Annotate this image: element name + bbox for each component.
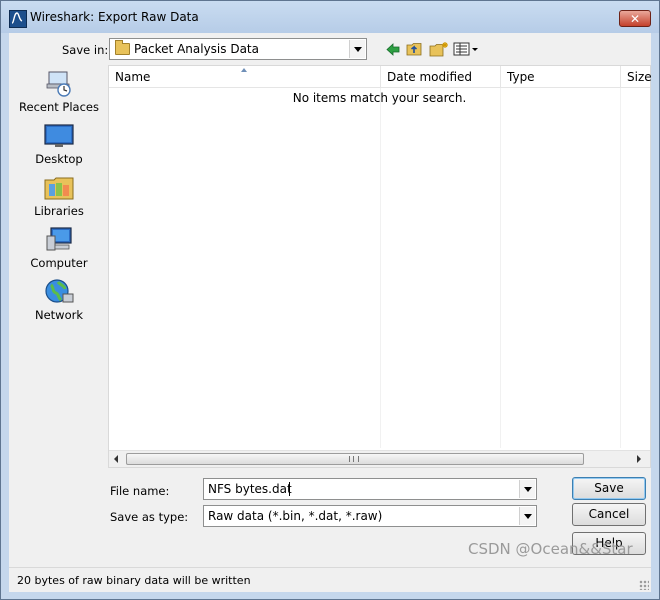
desktop-icon [44,124,74,147]
chevron-down-icon[interactable] [519,507,535,525]
chevron-down-icon[interactable] [349,40,365,58]
scroll-grip-icon [349,456,359,462]
column-header-label: Name [115,70,151,84]
save-in-label: Save in: [62,43,109,57]
place-recent-places[interactable]: Recent Places [13,70,105,118]
dialog-body: Save in: Packet Analysis Data Recent Pla… [9,33,652,592]
back-icon[interactable] [385,41,401,58]
place-label: Computer [30,256,88,270]
status-bar: 20 bytes of raw binary data will be writ… [9,567,651,592]
save-as-type-value: Raw data (*.bin, *.dat, *.raw) [208,509,383,523]
place-network[interactable]: Network [13,278,105,326]
computer-icon [46,227,72,251]
place-label: Recent Places [19,100,99,114]
column-header-name[interactable]: Name [109,66,381,88]
column-header-type[interactable]: Type [501,66,621,88]
wireshark-icon [9,10,27,28]
file-name-label: File name: [110,484,170,498]
text-cursor [289,482,290,496]
close-button[interactable]: ✕ [619,10,651,27]
sort-ascending-icon [241,68,247,72]
save-as-type-dropdown[interactable]: Raw data (*.bin, *.dat, *.raw) [203,505,537,527]
place-label: Libraries [34,204,84,218]
chevron-down-icon[interactable] [519,480,535,498]
place-label: Network [34,308,84,322]
column-header-label: Size [627,70,652,84]
places-bar: Recent Places Desktop Libraries Computer… [13,66,105,466]
watermark-text: CSDN @Ocean&&Star [468,540,633,558]
window-title: Wireshark: Export Raw Data [30,10,199,24]
title-bar[interactable]: Wireshark: Export Raw Data ✕ [1,1,659,33]
column-divider [620,88,621,448]
resize-grip-icon[interactable] [639,580,649,590]
column-header-date-modified[interactable]: Date modified [381,66,501,88]
file-name-field[interactable]: NFS bytes.dat [203,478,537,500]
empty-message: No items match your search. [292,91,467,105]
save-in-value: Packet Analysis Data [134,42,259,56]
scroll-right-icon[interactable] [637,455,641,463]
column-divider [380,88,381,448]
column-header-label: Date modified [387,70,473,84]
scrollbar-thumb[interactable] [126,453,584,465]
up-one-level-icon[interactable] [406,41,424,58]
column-divider [500,88,501,448]
horizontal-scrollbar[interactable] [109,450,650,467]
save-in-dropdown[interactable]: Packet Analysis Data [109,38,367,60]
file-name-value: NFS bytes.dat [208,482,292,496]
network-icon [45,279,74,303]
place-computer[interactable]: Computer [13,226,105,274]
view-menu-icon[interactable] [453,41,479,58]
new-folder-icon[interactable] [429,41,449,58]
cancel-button[interactable]: Cancel [572,503,646,526]
status-text: 20 bytes of raw binary data will be writ… [17,574,251,587]
place-desktop[interactable]: Desktop [13,122,105,170]
save-as-type-label: Save as type: [110,510,189,524]
column-header-size[interactable]: Size [621,66,652,88]
file-list[interactable]: Name Date modified Type Size No items ma… [108,65,652,468]
column-header-label: Type [507,70,535,84]
scroll-left-icon[interactable] [114,455,118,463]
save-button[interactable]: Save [572,477,646,500]
dialog-window: Wireshark: Export Raw Data ✕ Save in: Pa… [0,0,660,600]
libraries-icon [44,177,74,200]
place-libraries[interactable]: Libraries [13,174,105,222]
folder-icon [115,40,130,55]
place-label: Desktop [35,152,83,166]
recent-places-icon [46,71,71,97]
